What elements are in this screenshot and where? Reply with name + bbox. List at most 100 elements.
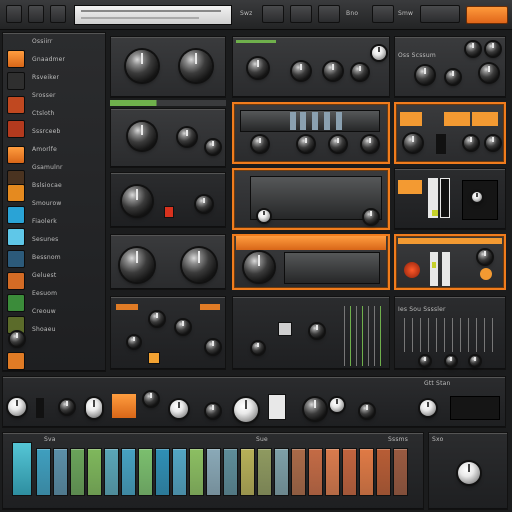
- sidebar-icon-1[interactable]: [7, 50, 25, 68]
- knob-bottom-4[interactable]: [144, 392, 158, 406]
- knob-bottom-11[interactable]: [420, 400, 436, 416]
- knob-c1-4[interactable]: [446, 70, 460, 84]
- sidebar-item-label[interactable]: Shoaeu: [32, 326, 102, 333]
- fader-c4-1[interactable]: [430, 252, 438, 286]
- knob-bottom-8[interactable]: [304, 398, 326, 420]
- pad-key[interactable]: [359, 448, 374, 496]
- knob-b5-1[interactable]: [310, 324, 324, 338]
- orange-pad-c2-1[interactable]: [400, 112, 422, 126]
- knob-c2-1[interactable]: [404, 134, 422, 152]
- orange-pad-bottom-1[interactable]: [112, 394, 136, 418]
- sidebar-icon-10[interactable]: [7, 250, 25, 268]
- pad-key[interactable]: [291, 448, 306, 496]
- sidebar-item-label[interactable]: Srosser: [32, 92, 102, 99]
- pad-key[interactable]: [87, 448, 102, 496]
- fader-c4-2[interactable]: [442, 252, 450, 286]
- sidebar-item-label[interactable]: Ossiirr: [32, 38, 102, 45]
- pad-key[interactable]: [121, 448, 136, 496]
- knob-a4-right[interactable]: [182, 248, 216, 282]
- pad-key[interactable]: [189, 448, 204, 496]
- switch-c2[interactable]: [436, 134, 446, 154]
- knob-a1-left[interactable]: [126, 50, 158, 82]
- sidebar-icon-3[interactable]: [7, 96, 25, 114]
- knob-b1-3[interactable]: [324, 62, 342, 80]
- sidebar-icon-8[interactable]: [7, 206, 25, 224]
- knob-c3-white[interactable]: [472, 192, 482, 202]
- knob-a2-small[interactable]: [178, 128, 196, 146]
- knob-c1-3[interactable]: [416, 66, 434, 84]
- orange-pad-c3[interactable]: [398, 180, 422, 194]
- knob-b3-right[interactable]: [364, 210, 378, 224]
- pad-key[interactable]: [274, 448, 289, 496]
- sidebar-item-label[interactable]: Creouw: [32, 308, 102, 315]
- sidebar-item-label[interactable]: Eesuom: [32, 290, 102, 297]
- knob-bottom-3[interactable]: [86, 398, 102, 418]
- knob-bottom-9[interactable]: [330, 398, 344, 412]
- pad-key[interactable]: [240, 448, 255, 496]
- record-button[interactable]: [50, 5, 66, 23]
- sidebar-item-label[interactable]: Gnaadmer: [32, 56, 102, 63]
- knob-bottom-6[interactable]: [206, 404, 220, 418]
- pad-key[interactable]: [308, 448, 323, 496]
- knob-a2-tiny[interactable]: [206, 140, 220, 154]
- sidebar-icon-11[interactable]: [7, 272, 25, 290]
- knob-a4-left[interactable]: [120, 248, 154, 282]
- pad-key[interactable]: [257, 448, 272, 496]
- knob-b4-main[interactable]: [244, 252, 274, 282]
- sidebar-item-label[interactable]: Sssrceeb: [32, 128, 102, 135]
- pad-key[interactable]: [70, 448, 85, 496]
- toolbar-button-c[interactable]: [318, 5, 340, 23]
- sidebar-icon-5[interactable]: [7, 146, 25, 164]
- knob-bottom-10[interactable]: [360, 404, 374, 418]
- toolbar-button-b[interactable]: [290, 5, 312, 23]
- knob-c1-1[interactable]: [466, 42, 480, 56]
- knob-bottom-2[interactable]: [60, 400, 74, 414]
- pad-strip-active[interactable]: [12, 442, 32, 496]
- knob-b2-1[interactable]: [252, 136, 268, 152]
- toolbar-button-e[interactable]: [420, 5, 460, 23]
- knob-c5-3[interactable]: [470, 356, 480, 366]
- toolbar-button-d[interactable]: [372, 5, 394, 23]
- knob-a5-3[interactable]: [128, 336, 140, 348]
- pad-key[interactable]: [376, 448, 391, 496]
- sidebar-icon-12[interactable]: [7, 294, 25, 312]
- sidebar-item-label[interactable]: Amorlfe: [32, 146, 102, 153]
- sidebar-knob[interactable]: [10, 332, 24, 346]
- pad-key[interactable]: [104, 448, 119, 496]
- button-bottom-1[interactable]: [268, 394, 286, 420]
- knob-c2-2[interactable]: [464, 136, 478, 150]
- knob-b1-4[interactable]: [352, 64, 368, 80]
- sidebar-icon-7[interactable]: [7, 184, 25, 202]
- knob-c5-1[interactable]: [420, 356, 430, 366]
- pad-key[interactable]: [138, 448, 153, 496]
- sidebar-item-label[interactable]: Gsamulnr: [32, 164, 102, 171]
- sidebar-item-label[interactable]: Rsveiker: [32, 74, 102, 81]
- knob-b5-2[interactable]: [252, 342, 264, 354]
- sidebar-item-label[interactable]: Sesunes: [32, 236, 102, 243]
- sidebar-item-label[interactable]: Fiaolerk: [32, 218, 102, 225]
- knob-a3-main[interactable]: [122, 186, 152, 216]
- yellow-button-a5[interactable]: [148, 352, 160, 364]
- power-button[interactable]: [28, 5, 44, 23]
- knob-a2-main[interactable]: [128, 122, 156, 150]
- knob-b2-4[interactable]: [362, 136, 378, 152]
- knob-b3-white[interactable]: [258, 210, 270, 222]
- orange-pad-c2-2[interactable]: [444, 112, 470, 126]
- master-knob[interactable]: [458, 462, 480, 484]
- sidebar-icon-9[interactable]: [7, 228, 25, 246]
- knob-a5-4[interactable]: [206, 340, 220, 354]
- knob-a5-1[interactable]: [150, 312, 164, 326]
- pad-key[interactable]: [172, 448, 187, 496]
- sidebar-item-label[interactable]: Geluest: [32, 272, 102, 279]
- knob-a1-right[interactable]: [180, 50, 212, 82]
- pad-key[interactable]: [223, 448, 238, 496]
- knob-bottom-7[interactable]: [234, 398, 258, 422]
- knob-c4-1[interactable]: [478, 250, 492, 264]
- sidebar-icon-2[interactable]: [7, 72, 25, 90]
- pad-key[interactable]: [53, 448, 68, 496]
- orange-pad-c2-3[interactable]: [472, 112, 498, 126]
- toolbar-button-a[interactable]: [262, 5, 284, 23]
- fader-c3-2[interactable]: [440, 178, 450, 218]
- knob-bottom-5[interactable]: [170, 400, 188, 418]
- sidebar-icon-14[interactable]: [7, 352, 25, 370]
